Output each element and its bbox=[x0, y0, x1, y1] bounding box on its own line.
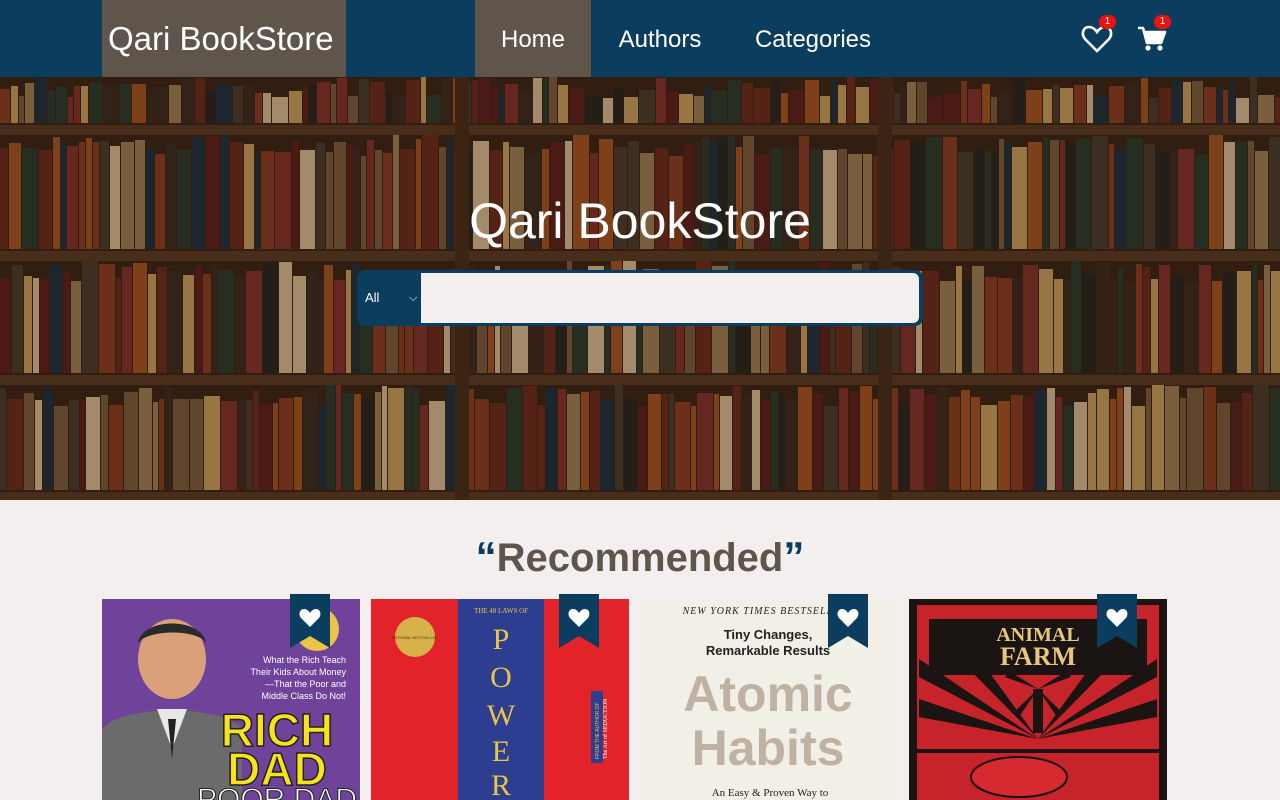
hero-title: Qari BookStore bbox=[469, 193, 811, 249]
top-navbar: Qari BookStore Home Authors Categories 1… bbox=[0, 0, 1280, 77]
cover-title: O bbox=[490, 661, 512, 694]
cover-text: What the Rich Teach bbox=[263, 655, 346, 665]
cover-title: E bbox=[492, 735, 510, 768]
open-quote: “ bbox=[475, 533, 497, 580]
nav-home[interactable]: Home bbox=[475, 0, 591, 77]
search-input[interactable] bbox=[421, 273, 919, 323]
cover-title: Habits bbox=[692, 720, 845, 776]
cover-text: Remarkable Results bbox=[706, 643, 830, 658]
add-to-wishlist-button[interactable] bbox=[559, 594, 599, 648]
wishlist-count-badge: 1 bbox=[1099, 15, 1116, 29]
cover-title: POOR DAD bbox=[197, 783, 357, 800]
close-quote: ” bbox=[783, 533, 805, 580]
cover-title: R bbox=[491, 769, 511, 800]
hero-banner: Qari BookStore All ⌵ bbox=[0, 77, 1280, 500]
nav-authors[interactable]: Authors bbox=[605, 0, 715, 77]
add-to-wishlist-button[interactable] bbox=[828, 594, 868, 648]
cover-text: THE 48 LAWS OF bbox=[474, 607, 528, 615]
recommended-title: Recommended bbox=[496, 536, 784, 580]
category-select-value: All bbox=[365, 290, 380, 305]
cover-text: An Easy & Proven Way to bbox=[712, 787, 829, 799]
add-to-wishlist-button[interactable] bbox=[290, 594, 330, 648]
cover-title: P bbox=[493, 623, 510, 656]
cart-count-badge: 1 bbox=[1154, 15, 1171, 29]
add-to-wishlist-button[interactable] bbox=[1097, 594, 1137, 648]
category-select[interactable]: All ⌵ bbox=[359, 272, 421, 324]
cover-text: The Art of SEDUCTION bbox=[602, 698, 609, 759]
cover-title: FARM bbox=[1000, 642, 1076, 671]
cover-text: FROM THE AUTHOR OF bbox=[595, 702, 601, 759]
chevron-down-icon: ⌵ bbox=[409, 292, 418, 304]
cover-text: —That the Poor and bbox=[265, 679, 346, 689]
cover-text: NATIONAL BESTSELLER bbox=[392, 635, 439, 640]
search-bar: All ⌵ bbox=[357, 270, 923, 326]
cover-title: Atomic bbox=[683, 666, 852, 722]
cover-text: Their Kids About Money bbox=[250, 667, 346, 677]
recommended-heading: “Recommended” bbox=[0, 533, 1280, 581]
nav-categories[interactable]: Categories bbox=[742, 0, 884, 77]
cover-title: W bbox=[487, 699, 516, 732]
cover-text: Tiny Changes, bbox=[724, 627, 813, 642]
brand-logo[interactable]: Qari BookStore bbox=[102, 0, 346, 77]
cover-text: Middle Class Do Not! bbox=[261, 691, 346, 701]
cover-text: NEW YORK TIMES BESTSELLER bbox=[682, 606, 848, 617]
